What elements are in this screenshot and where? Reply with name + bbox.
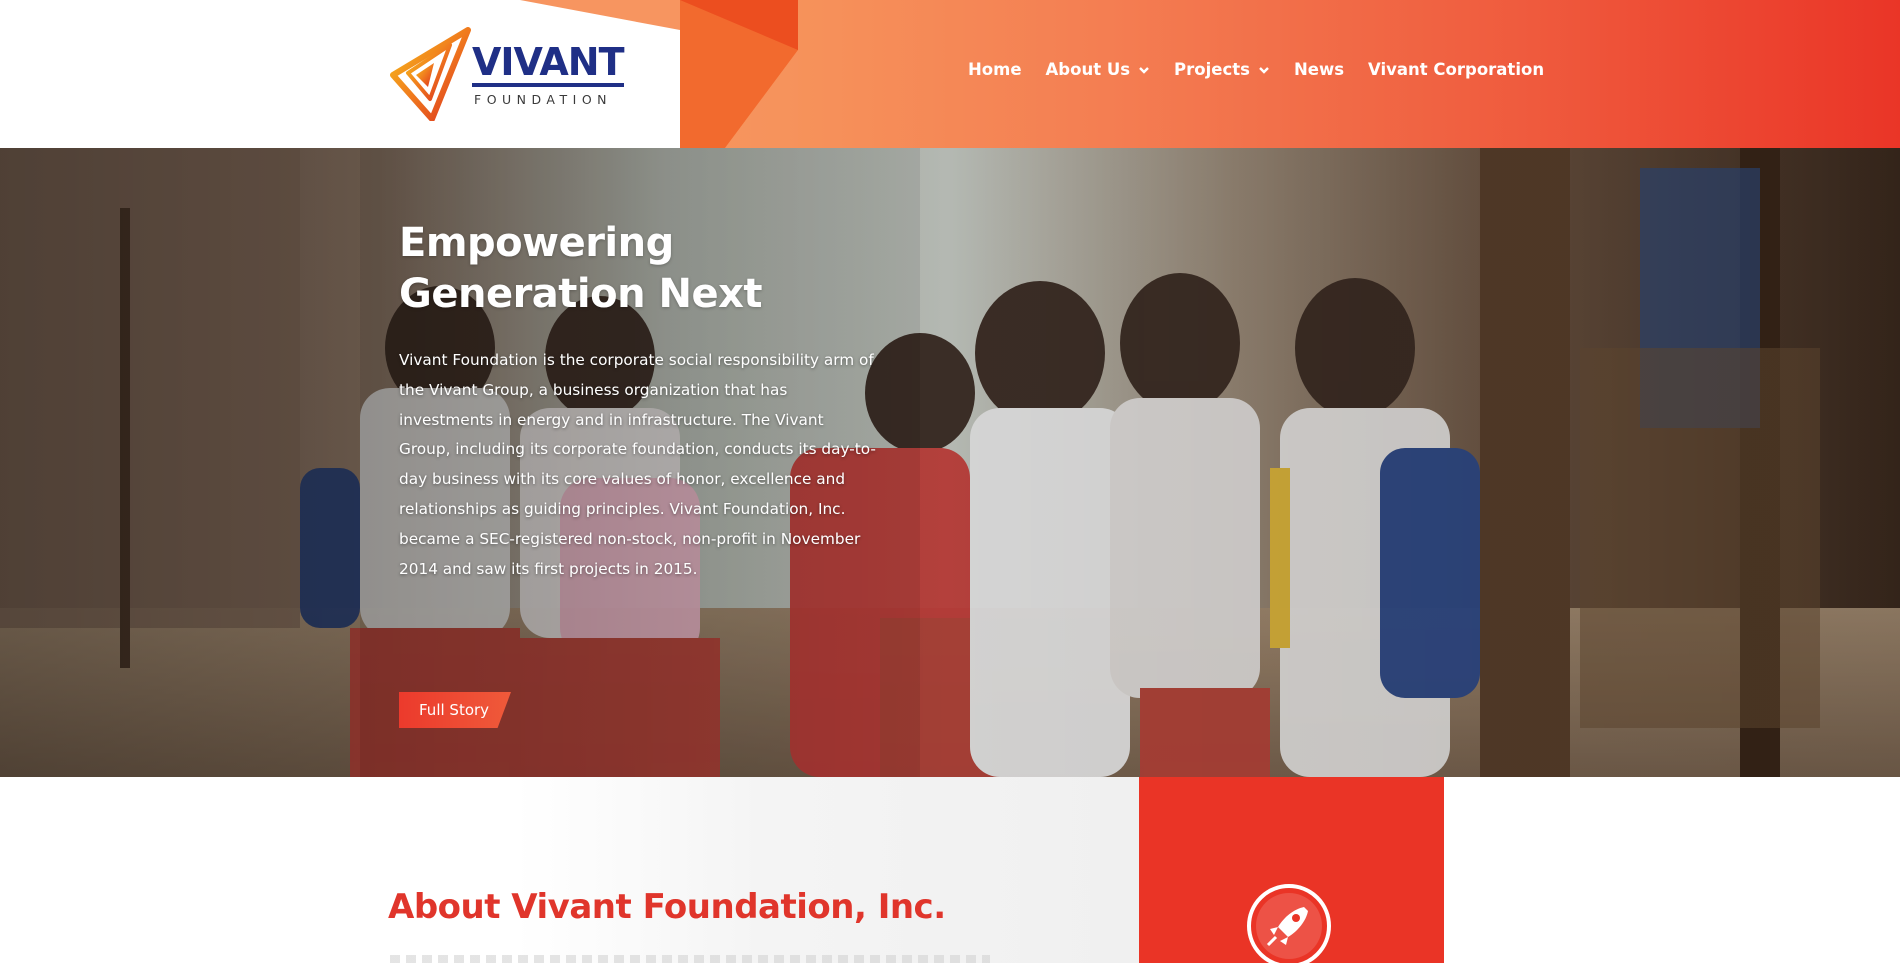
nav-item-label: Vivant Corporation — [1368, 60, 1545, 79]
hero-title-line1: Empowering — [399, 220, 674, 266]
hero-content: Empowering Generation Next Vivant Founda… — [399, 218, 879, 728]
about-text-preview — [390, 955, 990, 963]
nav-item-about-us[interactable]: About Us — [1046, 60, 1151, 79]
nav-item-label: About Us — [1045, 60, 1131, 79]
about-section: About Vivant Foundation, Inc. — [0, 777, 1900, 963]
schoolchildren-photo — [0, 148, 1900, 777]
nav-item-vivant-corporation[interactable]: Vivant Corporation — [1368, 60, 1544, 79]
full-story-button-label: Full Story — [419, 701, 490, 719]
main-navigation: Home About Us Projects News Vivant Corpo… — [968, 60, 1568, 79]
about-feature-card — [1139, 777, 1444, 963]
brand-name: VIVANT — [472, 42, 625, 87]
nav-item-projects[interactable]: Projects — [1174, 60, 1270, 79]
brand-logo[interactable]: VIVANT FOUNDATION — [388, 26, 625, 122]
brand-subtitle: FOUNDATION — [474, 91, 613, 107]
about-title: About Vivant Foundation, Inc. — [388, 887, 946, 927]
full-story-button[interactable]: Full Story — [399, 692, 511, 728]
about-background-panel — [515, 777, 1139, 963]
nav-item-label: News — [1293, 60, 1345, 79]
nav-item-home[interactable]: Home — [968, 60, 1022, 79]
hero-section: Empowering Generation Next Vivant Founda… — [0, 148, 1900, 777]
hero-description: Vivant Foundation is the corporate socia… — [399, 351, 876, 578]
vivant-triangle-logo-icon — [390, 27, 471, 121]
nav-item-news[interactable]: News — [1294, 60, 1344, 79]
site-header: VIVANT FOUNDATION Home About Us Projects… — [0, 0, 1900, 148]
hero-title-line2: Generation Next — [399, 271, 763, 317]
hero-title: Empowering Generation Next — [399, 218, 879, 320]
nav-item-label: Home — [968, 60, 1022, 79]
nav-item-label: Projects — [1174, 60, 1250, 79]
chevron-down-icon — [1139, 66, 1149, 74]
rocket-icon — [1247, 884, 1331, 963]
header-gradient-banner — [520, 0, 1900, 148]
chevron-down-icon — [1259, 66, 1269, 74]
